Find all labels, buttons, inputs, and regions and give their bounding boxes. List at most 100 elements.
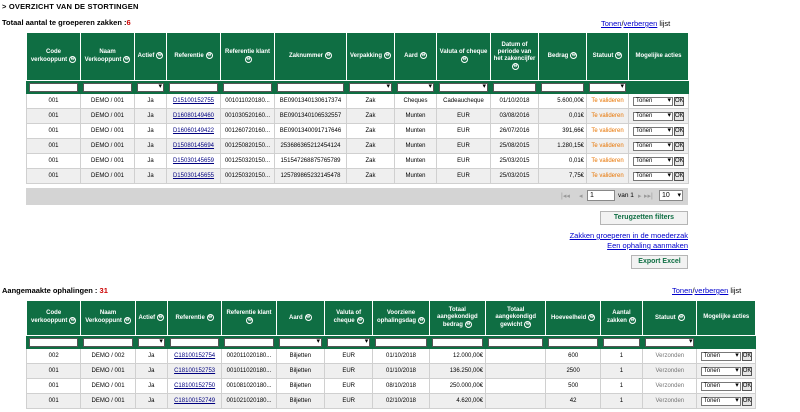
ok-button[interactable]: OK [674,171,684,181]
filter-select[interactable] [137,82,164,92]
sort-icon[interactable]: ⊖ [419,52,427,60]
group-bags-link[interactable]: Zakken groeperen in de moederzak [520,231,688,240]
column-header-datum-of-periode-van-het-zakencijfer[interactable]: Datum of periode van het zakencijfer⊖ [490,32,539,81]
filter-input[interactable] [488,337,544,347]
filter-select[interactable] [137,337,165,347]
ok-button[interactable]: OK [674,156,684,166]
column-header-hoeveelheid[interactable]: Hoeveelheid ⊖ [545,300,601,336]
action-select[interactable]: Tonen [633,171,673,181]
column-header-statuut[interactable]: Statuut ⊖ [642,300,698,336]
column-header-totaal-aangekondigd-gewicht[interactable]: Totaal aangekondigd gewicht ⊖ [485,300,547,336]
sort-icon[interactable]: ⊖ [418,317,425,325]
sort-icon[interactable]: ⊖ [206,313,214,321]
action-select[interactable]: Tonen [633,126,673,136]
filter-input[interactable] [548,337,598,347]
column-header-mogelijke-acties[interactable]: Mogelijke acties [696,300,756,336]
sort-icon[interactable]: ⊖ [69,317,77,325]
filter-input[interactable] [602,337,641,347]
hide-list-link[interactable]: verbergen [695,286,729,295]
column-header-referentie[interactable]: Referentie ⊖ [166,32,221,81]
sort-icon[interactable]: ⊖ [615,52,623,60]
column-header-naam-verkooppunt[interactable]: Naam Verkooppunt ⊖ [80,300,136,336]
filter-input[interactable] [29,337,79,347]
filter-input[interactable] [169,337,220,347]
action-select[interactable]: Tonen [700,351,741,361]
reference-link[interactable]: D15100152755 [173,98,214,104]
column-header-valuta-of-cheque[interactable]: Valuta of cheque⊖ [323,300,374,336]
ok-button[interactable]: OK [741,366,752,376]
reference-link[interactable]: D15030145659 [173,158,214,164]
sort-icon[interactable]: ⊖ [677,313,685,321]
column-header-aard[interactable]: Aard ⊖ [275,300,325,336]
filter-select[interactable] [349,82,392,92]
sort-icon[interactable]: ⊖ [304,313,312,321]
reference-link[interactable]: C18100152754 [174,353,215,359]
sort-icon[interactable]: ⊖ [246,317,254,325]
show-list-link[interactable]: Tonen [601,19,621,28]
reference-link[interactable]: C18100152753 [174,368,215,374]
filter-select[interactable] [645,337,695,347]
sort-icon[interactable]: ⊖ [245,55,252,63]
ok-button[interactable]: OK [741,381,752,391]
reference-link[interactable]: C18100152750 [174,383,215,389]
column-header-code-verkooppunt[interactable]: Code verkooppunt ⊖ [25,300,82,336]
sort-icon[interactable]: ⊖ [123,55,131,63]
sort-icon[interactable]: ⊖ [325,52,332,60]
filter-input[interactable] [223,82,272,92]
column-header-valuta-of-cheque[interactable]: Valuta of cheque⊖ [436,32,491,81]
sort-icon[interactable]: ⊖ [588,313,596,321]
filter-input[interactable] [541,82,584,92]
sort-icon[interactable]: ⊖ [356,317,364,325]
column-header-aantal-zakken[interactable]: Aantal zakken ⊖ [599,300,644,336]
column-header-mogelijke-acties[interactable]: Mogelijke acties [628,32,689,81]
action-select[interactable]: Tonen [633,141,673,151]
reference-link[interactable]: D16080149460 [173,113,214,119]
ok-button[interactable]: OK [674,96,684,106]
column-header-actief[interactable]: Actief ⊖ [134,32,167,81]
page-number-input[interactable]: 1 [587,190,615,201]
sort-icon[interactable]: ⊖ [123,317,131,325]
sort-icon[interactable]: ⊖ [464,321,472,329]
filter-input[interactable] [375,337,427,347]
column-header-bedrag[interactable]: Bedrag ⊖ [538,32,587,81]
prev-page-button[interactable]: ◂ [579,192,583,200]
filter-input[interactable] [431,337,484,347]
ok-button[interactable]: OK [741,396,752,406]
column-header-naam-verkooppunt[interactable]: Naam Verkooppunt ⊖ [80,32,135,81]
action-select[interactable]: Tonen [700,381,741,391]
column-header-referentie[interactable]: Referentie ⊖ [166,300,223,336]
ok-button[interactable]: OK [741,351,752,361]
ok-button[interactable]: OK [674,141,684,151]
column-header-referentie-klant[interactable]: Referentie klant⊖ [221,300,277,336]
create-pickup-link[interactable]: Een ophaling aanmaken [520,241,688,250]
filter-input[interactable] [493,82,536,92]
sort-icon[interactable]: ⊖ [570,52,578,60]
reference-link[interactable]: D15030145655 [173,173,214,179]
last-page-button[interactable]: ▸▸| [644,192,653,200]
column-header-zaknummer[interactable]: Zaknummer ⊖ [274,32,347,81]
sort-icon[interactable]: ⊖ [512,63,519,71]
hide-list-link[interactable]: verbergen [624,19,658,28]
filter-input[interactable] [29,82,78,92]
sort-icon[interactable]: ⊖ [157,313,165,321]
next-page-button[interactable]: ▸ [638,192,642,200]
column-header-aard[interactable]: Aard ⊖ [394,32,437,81]
column-header-statuut[interactable]: Statuut ⊖ [586,32,629,81]
filter-input[interactable] [169,82,218,92]
column-header-referentie-klant[interactable]: Referentie klant⊖ [220,32,275,81]
action-select[interactable]: Tonen [633,156,673,166]
column-header-totaal-aangekondigd-bedrag[interactable]: Totaal aangekondigd bedrag ⊖ [428,300,487,336]
reference-link[interactable]: D15080145694 [173,143,214,149]
column-header-actief[interactable]: Actief ⊖ [134,300,168,336]
reset-filters-button[interactable]: Terugzetten filters [600,211,688,225]
filter-select[interactable] [278,337,322,347]
action-select[interactable]: Tonen [633,111,673,121]
column-header-verpakking[interactable]: Verpakking ⊖ [346,32,395,81]
filter-select[interactable] [326,337,371,347]
action-select[interactable]: Tonen [700,396,741,406]
column-header-voorziene-ophalingsdag[interactable]: Voorziene ophalingsdag ⊖ [372,300,430,336]
filter-input[interactable] [83,337,133,347]
page-size-select[interactable]: 10 [659,190,683,201]
filter-select[interactable] [397,82,434,92]
filter-select[interactable] [439,82,488,92]
